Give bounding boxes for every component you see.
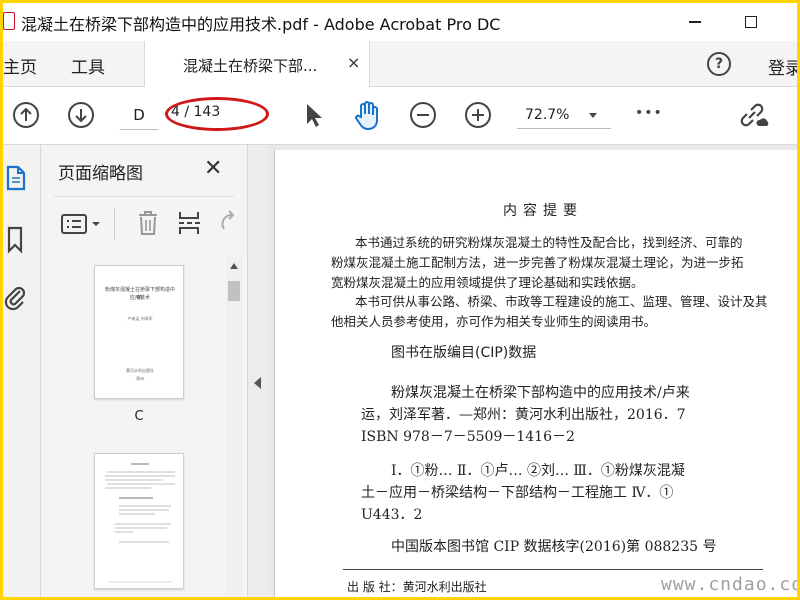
zoom-out-button[interactable] <box>409 101 437 129</box>
scrollbar-thumb[interactable] <box>228 281 240 301</box>
para1-line: 本书通过系统的研究粉煤灰混凝土的特性及配合比，找到经济、可靠的 <box>355 235 743 250</box>
previous-page-button[interactable] <box>12 101 40 129</box>
home-nav[interactable]: 主页 <box>3 53 37 78</box>
toolbar: D 4 / 143 72.7% ••• <box>3 87 797 145</box>
acrobat-window: 混凝土在桥梁下部构造中的应用技术.pdf - Adobe Acrobat Pro… <box>3 3 797 597</box>
panel-toolbar <box>42 197 247 251</box>
tab-document-label: 混凝土在桥梁下部... <box>183 57 318 75</box>
arrow-up-circle-icon <box>13 102 39 128</box>
page-number-input[interactable]: D <box>119 100 159 130</box>
red-annotation-oval <box>165 97 269 131</box>
thumb1-publisher: 黄河水利出版社 <box>126 368 154 373</box>
close-panel-icon[interactable]: ✕ <box>204 156 222 181</box>
thumbnail-page-1[interactable]: 粉煤灰混凝土在桥梁下部构造中的 应用技术 卢来运 刘泽军 黄河水利出版社 · 郑… <box>94 265 184 399</box>
hand-tool-button[interactable] <box>351 99 385 131</box>
para2-line: 他相关人员参考使用，亦可作为相关专业师生的阅读用书。 <box>331 314 657 329</box>
cip-heading: 图书在版编目(CIP)数据 <box>391 345 537 361</box>
page-extract-icon <box>179 212 200 234</box>
help-icon[interactable]: ? <box>707 52 731 76</box>
cursor-arrow-icon <box>307 104 322 127</box>
panel-title: 页面缩略图 <box>58 164 143 184</box>
hand-icon <box>355 101 378 131</box>
para1-line: 粉煤灰混凝土施工配制方法，进一步完善了粉煤灰混凝土理论，为进一步拓 <box>331 255 744 270</box>
tab-document[interactable]: 混凝土在桥梁下部... × <box>144 41 370 87</box>
thumb2-text-lines <box>105 463 175 583</box>
zoom-in-button[interactable] <box>464 101 492 129</box>
class-line: 土－应用－桥梁结构－下部结构－工程施工 Ⅳ．① <box>361 485 674 501</box>
thumbnail-options-button[interactable] <box>60 213 102 235</box>
cip-line: ISBN 978－7－5509－1416－2 <box>361 429 575 445</box>
select-tool-button[interactable] <box>301 101 325 129</box>
rotate-icon <box>221 210 235 230</box>
delete-page-button[interactable] <box>136 209 160 237</box>
login-link[interactable]: 登录 <box>768 54 797 79</box>
zoom-out-icon <box>410 102 436 128</box>
thumbnail-page-2[interactable] <box>94 453 184 589</box>
abstract-heading: 内容提要 <box>503 203 583 219</box>
thumb1-authors: 卢来运 刘泽军 <box>127 316 153 321</box>
thumbnail-label: C <box>134 409 144 424</box>
class-line: Ⅰ．①粉… Ⅱ．①卢… ②刘… Ⅲ．①粉煤灰混凝 <box>391 463 685 479</box>
next-page-button[interactable] <box>67 101 95 129</box>
rotate-page-button[interactable] <box>216 209 238 237</box>
panel-collapse-divider[interactable] <box>247 145 269 597</box>
minimize-button[interactable] <box>675 7 715 37</box>
bookmark-icon <box>7 226 23 254</box>
collapse-left-icon[interactable] <box>254 377 261 389</box>
panel-tool-separator <box>114 209 115 239</box>
thumb1-city: · 郑州 · <box>133 376 147 381</box>
watermark: www.cndao.com <box>661 574 797 595</box>
pages-icon <box>6 165 26 191</box>
thumb1-subtitle: 应用技术 <box>129 295 150 301</box>
zoom-in-icon <box>465 102 491 128</box>
class-line: U443．2 <box>361 507 423 523</box>
tab-bar: 主页 工具 混凝土在桥梁下部... × ? 登录 <box>3 41 797 87</box>
attachments-button[interactable] <box>4 281 26 311</box>
window-title: 混凝土在桥梁下部构造中的应用技术.pdf - Adobe Acrobat Pro… <box>21 15 501 34</box>
more-tools-button[interactable]: ••• <box>635 105 663 121</box>
zoom-level-value: 72.7% <box>525 107 570 123</box>
trash-icon <box>139 211 157 235</box>
cip-line: 运，刘泽军著．—郑州：黄河水利出版社，2016．7 <box>361 407 686 423</box>
arrow-down-circle-icon <box>68 102 94 128</box>
para1-line: 宽粉煤灰混凝土的应用领域提供了理论基础和实践依据。 <box>331 275 644 290</box>
title-bar: 混凝土在桥梁下部构造中的应用技术.pdf - Adobe Acrobat Pro… <box>3 3 797 41</box>
page-thumbnails-button[interactable] <box>6 163 26 193</box>
zoom-level-select[interactable]: 72.7% <box>517 101 611 129</box>
document-viewport[interactable]: 内容提要 本书通过系统的研究粉煤灰混凝土的特性及配合比，找到经济、可靠的 粉煤灰… <box>269 145 797 597</box>
left-rail <box>3 145 41 597</box>
thumbnail-list: 粉煤灰混凝土在桥梁下部构造中的 应用技术 卢来运 刘泽军 黄河水利出版社 · 郑… <box>42 257 226 597</box>
bookmarks-button[interactable] <box>6 225 26 255</box>
cip-line: 粉煤灰混凝土在桥梁下部构造中的应用技术/卢来 <box>391 385 690 401</box>
thumbnail-scrollbar[interactable] <box>226 257 242 597</box>
tools-nav[interactable]: 工具 <box>71 53 105 78</box>
extract-pages-button[interactable] <box>176 209 204 237</box>
document-page: 内容提要 本书通过系统的研究粉煤灰混凝土的特性及配合比，找到经济、可靠的 粉煤灰… <box>274 150 797 597</box>
chevron-down-icon <box>589 113 597 118</box>
close-window-button[interactable] <box>777 7 797 37</box>
page-rule <box>343 569 763 570</box>
minimize-icon <box>689 21 701 23</box>
maximize-button[interactable] <box>731 7 771 37</box>
tab-close-icon[interactable]: × <box>347 53 360 72</box>
cip-number: 中国版本图书馆 CIP 数据核字(2016)第 088235 号 <box>391 539 717 555</box>
maximize-icon <box>745 16 757 28</box>
thumbnail-panel: 页面缩略图 ✕ 粉煤灰混凝土在桥梁下部构造中的 应用技术 卢来运 刘泽军 黄河水… <box>42 145 247 597</box>
para2-line: 本书可供从事公路、桥梁、市政等工程建设的施工、监理、管理、设计及其 <box>355 294 768 309</box>
scroll-up-icon[interactable] <box>230 263 238 269</box>
share-link-button[interactable] <box>737 100 769 130</box>
options-menu-icon <box>61 214 100 234</box>
publisher-line: 出 版 社：黄河水利出版社 <box>347 580 487 594</box>
paperclip-icon <box>4 286 26 311</box>
link-icon <box>740 103 769 127</box>
acrobat-app-icon <box>3 12 15 30</box>
